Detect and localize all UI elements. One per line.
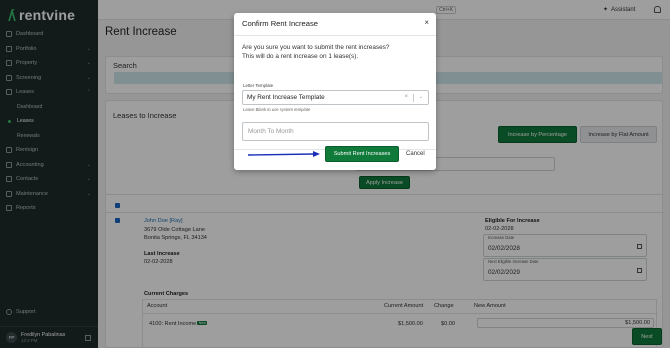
modal-message-line2: This will do a rent increase on 1 lease(… <box>242 53 359 60</box>
confirm-rent-increase-dialog: Confirm Rent Increase × Are you sure you… <box>234 13 436 170</box>
submit-rent-increases-button[interactable]: Submit Rent Increases <box>325 146 399 162</box>
modal-divider <box>234 35 436 36</box>
annotation-arrow-icon <box>247 151 320 157</box>
close-icon[interactable]: × <box>424 18 429 27</box>
modal-message-line1: Are you sure you want to submit the rent… <box>242 44 390 51</box>
chevron-down-icon[interactable]: ⌄ <box>419 94 423 100</box>
letter-template-value: My Rent Increase Template <box>247 94 325 101</box>
letter-template-label: Letter Template <box>243 83 274 88</box>
modal-title: Confirm Rent Increase <box>242 19 318 28</box>
letter-template-hint: Leave Blank to use system template <box>243 107 311 112</box>
lease-type-placeholder: Month To Month <box>248 128 294 135</box>
select-separator <box>413 94 414 102</box>
lease-type-field[interactable]: Month To Month <box>242 122 429 141</box>
clear-icon[interactable]: × <box>404 94 408 100</box>
letter-template-select[interactable]: My Rent Increase Template × ⌄ <box>242 90 429 105</box>
cancel-button[interactable]: Cancel <box>406 151 425 157</box>
